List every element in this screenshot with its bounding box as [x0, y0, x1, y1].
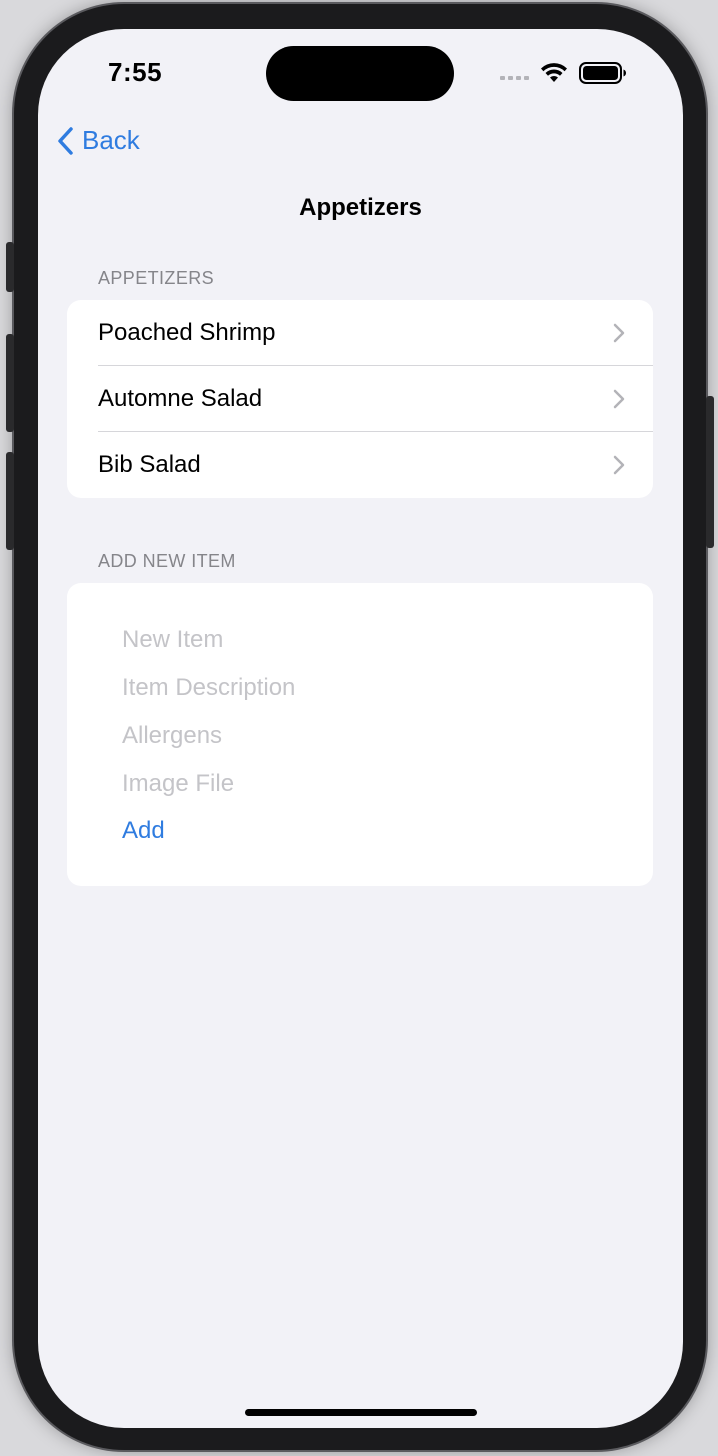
- power-button: [706, 396, 714, 548]
- item-description-field[interactable]: [122, 674, 602, 702]
- section-header-add-new-item: ADD NEW ITEM: [98, 551, 236, 571]
- list-item[interactable]: Poached Shrimp: [67, 300, 653, 366]
- image-file-field[interactable]: [122, 770, 602, 798]
- chevron-left-icon: [58, 126, 73, 155]
- list-item[interactable]: Bib Salad: [67, 432, 653, 498]
- list-item-label: Bib Salad: [98, 451, 201, 478]
- back-label: Back: [82, 125, 140, 155]
- new-item-field[interactable]: [122, 626, 602, 654]
- volume-up-button: [6, 334, 14, 432]
- list-item[interactable]: Automne Salad: [67, 366, 653, 432]
- allergens-field[interactable]: [122, 722, 602, 750]
- volume-down-button: [6, 452, 14, 550]
- status-indicators: [500, 61, 627, 85]
- status-time: 7:55: [108, 57, 163, 87]
- signal-dots-icon: [500, 76, 529, 80]
- chevron-right-icon: [613, 455, 625, 475]
- wifi-icon: [541, 63, 567, 82]
- add-button[interactable]: Add: [122, 817, 165, 845]
- action-button: [6, 242, 14, 292]
- chevron-right-icon: [613, 323, 625, 343]
- list-item-label: Automne Salad: [98, 385, 263, 412]
- chevron-right-icon: [613, 389, 625, 409]
- home-indicator[interactable]: [245, 1409, 477, 1416]
- list-item-label: Poached Shrimp: [98, 319, 276, 346]
- add-item-form: Add: [67, 583, 653, 886]
- appetizers-list: Poached Shrimp Automne Salad Bib Salad: [67, 300, 653, 498]
- screen: 7:55 Back Appetizers APPETIZERS Poached …: [38, 29, 683, 1428]
- battery-icon: [579, 62, 626, 84]
- dynamic-island: [266, 46, 454, 101]
- section-header-appetizers: APPETIZERS: [98, 268, 215, 288]
- back-button[interactable]: Back: [56, 125, 140, 156]
- page-title: Appetizers: [299, 194, 422, 221]
